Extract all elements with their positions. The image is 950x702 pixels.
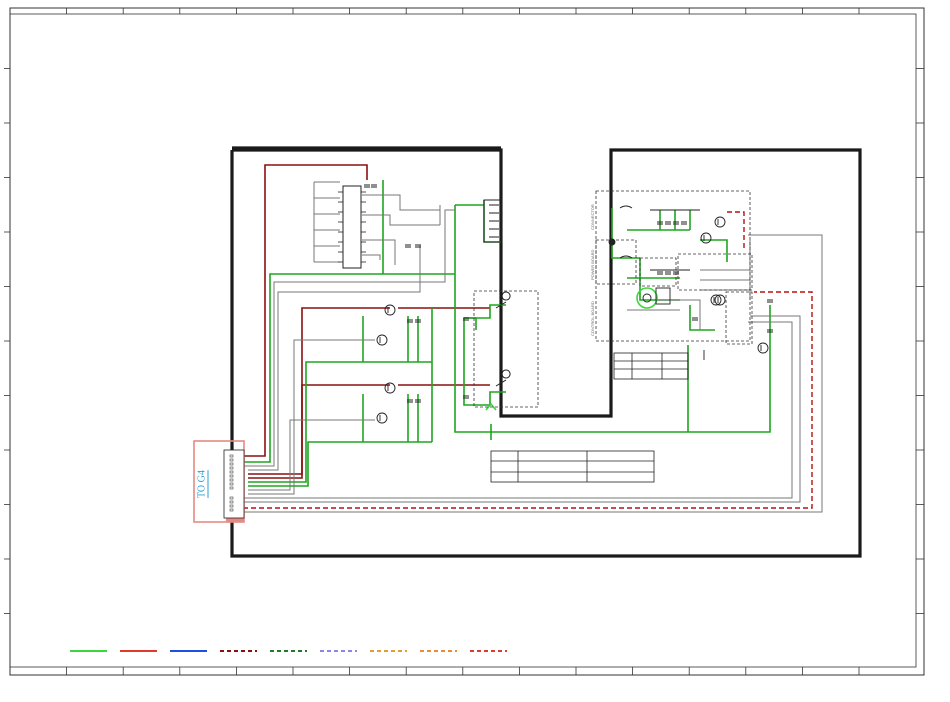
output-connector — [483, 199, 503, 243]
spec-table-small — [613, 352, 689, 380]
svg-text:POWER BOARD: POWER BOARD — [590, 249, 595, 280]
capacitors — [364, 184, 773, 403]
svg-text:CONNECTOR: CONNECTOR — [590, 204, 595, 230]
vertical-labels: CONNECTOR POWER BOARD CONTROL BOARD — [590, 204, 595, 336]
spec-table-large — [490, 450, 655, 483]
to-g4-label: TO G4 — [196, 470, 208, 498]
schematic-sheet: CONNECTOR POWER BOARD CONTROL BOARD — [4, 7, 925, 676]
svg-text:CONTROL BOARD: CONTROL BOARD — [590, 301, 595, 336]
green-wires — [243, 180, 771, 487]
switches — [495, 291, 511, 387]
dark-red-wires — [243, 164, 490, 479]
gray-wires — [243, 181, 823, 513]
transistors — [376, 216, 769, 424]
ic-body — [342, 185, 362, 269]
dashed-subboards — [473, 190, 753, 408]
drawing-border — [9, 7, 925, 676]
